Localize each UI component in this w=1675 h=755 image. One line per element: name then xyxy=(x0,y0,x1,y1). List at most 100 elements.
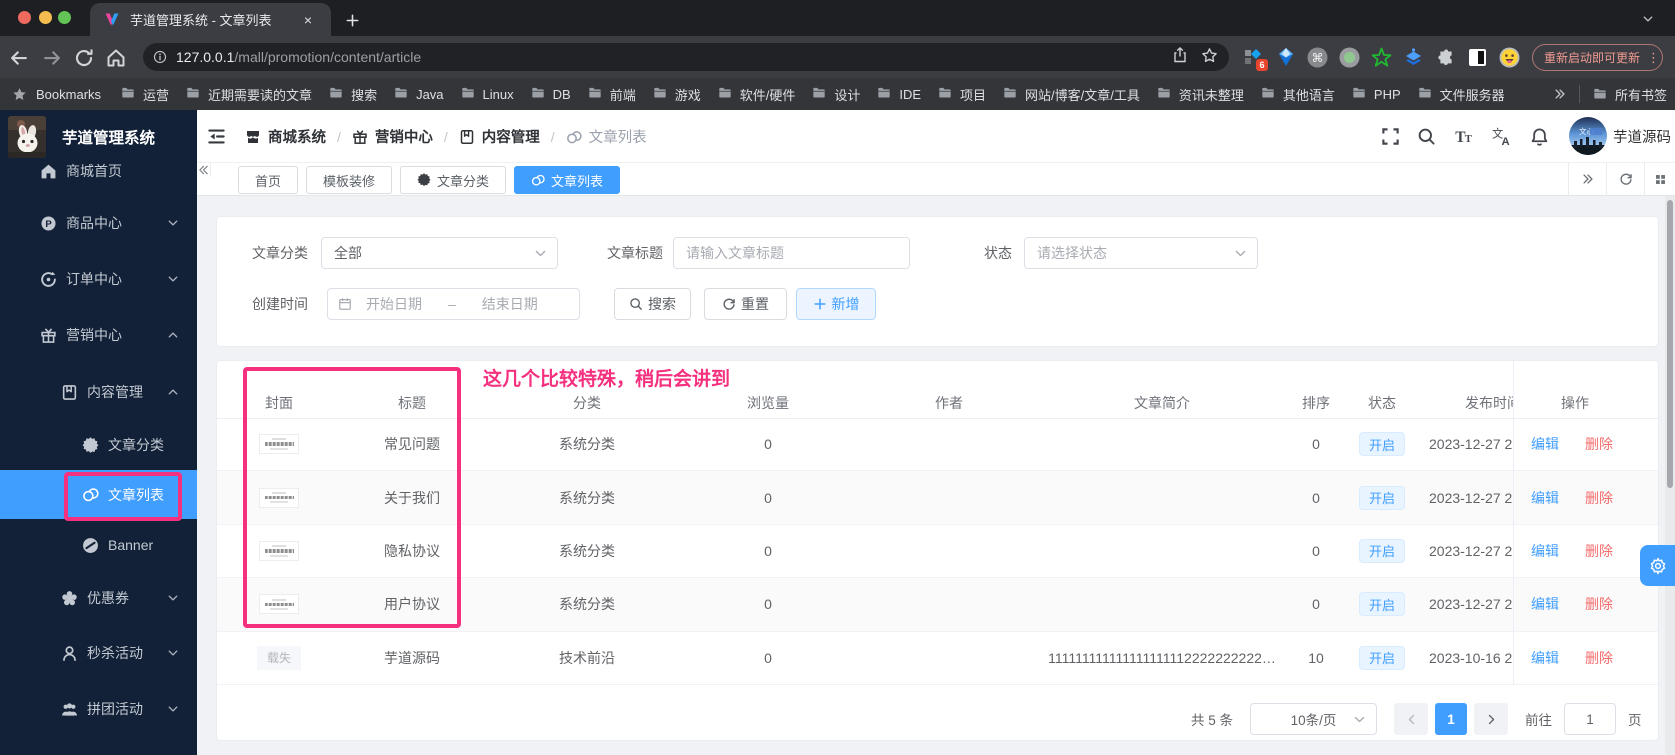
edit-link[interactable]: 编辑 xyxy=(1531,471,1559,523)
bookmark-folder[interactable]: Java xyxy=(393,86,444,102)
delete-link[interactable]: 删除 xyxy=(1585,471,1613,523)
bookmark-folder[interactable]: 网站/博客/文章/工具 xyxy=(1002,85,1140,104)
bookmark-folder[interactable]: 文件服务器 xyxy=(1417,85,1505,104)
current-page-button[interactable]: 1 xyxy=(1435,703,1467,735)
table-row[interactable]: 常见问题 系统分类 0 0 开启 2023-12-27 2 xyxy=(217,418,1513,472)
bookmark-folder[interactable]: 搜索 xyxy=(328,85,377,104)
delete-link[interactable]: 删除 xyxy=(1585,578,1613,630)
status-select[interactable]: 请选择状态 xyxy=(1024,237,1258,269)
bookmark-folder[interactable]: 项目 xyxy=(937,85,986,104)
reload-icon[interactable] xyxy=(74,48,94,68)
edit-link[interactable]: 编辑 xyxy=(1531,578,1559,630)
tag-文章列表[interactable]: 文章列表 xyxy=(514,166,621,194)
squares-extension-icon[interactable]: 6 xyxy=(1243,47,1268,71)
home-icon[interactable] xyxy=(106,48,126,68)
edit-link[interactable]: 编辑 xyxy=(1531,632,1559,684)
search-icon[interactable] xyxy=(1417,127,1436,146)
browser-update-button[interactable]: 重新启动即可更新 ⋮ xyxy=(1532,44,1663,71)
prev-page-button[interactable] xyxy=(1394,703,1428,735)
traffic-light-zoom[interactable] xyxy=(58,11,71,24)
bookmark-folder[interactable]: 其他语言 xyxy=(1260,85,1335,104)
green-star-extension-icon[interactable] xyxy=(1371,47,1392,68)
user-name[interactable]: 芋道源码 xyxy=(1613,110,1671,163)
share-icon[interactable] xyxy=(1172,47,1188,63)
sidebar-item-商品中心[interactable]: P 商品中心 xyxy=(0,197,197,249)
sidebar-item-优惠券[interactable]: 优惠券 xyxy=(0,572,197,624)
title-input[interactable]: 请输入文章标题 xyxy=(673,237,910,269)
page-scrollbar-thumb[interactable] xyxy=(1667,200,1673,488)
breadcrumb-item-内容管理[interactable]: 内容管理 xyxy=(459,126,540,147)
sidebar-item-内容管理[interactable]: 内容管理 xyxy=(0,366,197,418)
breadcrumb-item-商城系统[interactable]: 商城系统 xyxy=(245,126,326,147)
bookmark-folder[interactable]: 资讯未整理 xyxy=(1156,85,1244,104)
tag-模板装修[interactable]: 模板装修 xyxy=(306,166,393,194)
bookmark-star-icon[interactable] xyxy=(1201,47,1218,64)
user-avatar[interactable]: 文心 xyxy=(1569,117,1607,155)
command-extension-icon[interactable]: ⌘ xyxy=(1307,47,1328,68)
edit-link[interactable]: 编辑 xyxy=(1531,525,1559,577)
bookmark-folder[interactable]: 近期需要读的文章 xyxy=(185,85,312,104)
notification-bell-icon[interactable] xyxy=(1530,127,1549,146)
delete-link[interactable]: 删除 xyxy=(1585,632,1613,684)
date-range-picker[interactable]: 开始日期 – 结束日期 xyxy=(327,288,580,320)
breadcrumb-item-营销中心[interactable]: 营销中心 xyxy=(352,126,433,147)
delete-link[interactable]: 删除 xyxy=(1585,525,1613,577)
page-size-select[interactable]: 10条/页 xyxy=(1250,703,1377,735)
bookmarks-star-icon[interactable] xyxy=(12,87,27,102)
edit-link[interactable]: 编辑 xyxy=(1531,418,1559,470)
url-bar[interactable]: 127.0.0.1/mall/promotion/content/article xyxy=(143,43,1229,71)
traffic-light-close[interactable] xyxy=(18,11,31,24)
puzzle-icon[interactable] xyxy=(1435,47,1456,68)
sidebar-item-Banner[interactable]: Banner xyxy=(0,521,197,569)
next-page-button[interactable] xyxy=(1474,703,1508,735)
site-info-icon[interactable] xyxy=(153,50,167,64)
table-row[interactable]: 关于我们 系统分类 0 0 开启 2023-12-27 2 xyxy=(217,471,1513,525)
font-size-icon[interactable]: TT xyxy=(1454,127,1473,146)
bookmark-folder[interactable]: 前端 xyxy=(587,85,636,104)
traffic-light-minimize[interactable] xyxy=(39,11,52,24)
bookmark-folder[interactable]: 设计 xyxy=(811,85,860,104)
emoji-extension-icon[interactable] xyxy=(1499,47,1520,68)
bookmark-folder[interactable]: DB xyxy=(530,86,571,102)
fullscreen-icon[interactable] xyxy=(1381,127,1400,146)
bookmark-folder[interactable]: PHP xyxy=(1351,86,1401,102)
add-button[interactable]: 新增 xyxy=(796,288,876,320)
green-dot-extension-icon[interactable] xyxy=(1339,47,1360,68)
translate-icon[interactable]: 文A xyxy=(1492,127,1511,146)
breadcrumb-item-文章列表[interactable]: 文章列表 xyxy=(566,126,647,147)
tag-首页[interactable]: 首页 xyxy=(238,166,299,194)
browser-tab[interactable]: 芋道管理系统 - 文章列表 × xyxy=(90,3,331,36)
sidebar-item-商城首页[interactable]: 商城首页 xyxy=(0,145,197,197)
new-tab-button[interactable] xyxy=(340,8,364,32)
bookmark-folder[interactable]: IDE xyxy=(876,86,921,102)
bookmark-folder[interactable]: 软件/硬件 xyxy=(717,85,795,104)
tags-refresh-button[interactable] xyxy=(1606,163,1644,195)
delete-link[interactable]: 删除 xyxy=(1585,418,1613,470)
sidebar-item-文章分类[interactable]: 文章分类 xyxy=(0,420,197,470)
category-select[interactable]: 全部 xyxy=(321,237,558,269)
tags-scroll-right-button[interactable] xyxy=(1568,163,1606,195)
forward-icon[interactable] xyxy=(42,48,62,68)
sidebar-item-秒杀活动[interactable]: 秒杀活动 xyxy=(0,627,197,679)
tag-文章分类[interactable]: 文章分类 xyxy=(400,166,507,194)
sidebar-item-文章列表[interactable]: 文章列表 xyxy=(0,470,197,519)
bookmark-folder[interactable]: 游戏 xyxy=(652,85,701,104)
bookmarks-label[interactable]: Bookmarks xyxy=(36,87,101,102)
blue-layers-extension-icon[interactable] xyxy=(1403,47,1424,68)
bookmarks-overflow-chevrons[interactable] xyxy=(1553,87,1567,101)
table-row[interactable]: 隐私协议 系统分类 0 0 开启 2023-12-27 2 xyxy=(217,525,1513,579)
sidebar-collapse-icon[interactable] xyxy=(207,127,226,146)
blue-diamond-extension-icon[interactable] xyxy=(1275,47,1296,68)
table-row[interactable]: 用户协议 系统分类 0 0 开启 2023-12-27 2 xyxy=(217,578,1513,632)
table-row[interactable]: 载失 芋道源码 技术前沿 0 11111111111111111111222222222… xyxy=(217,632,1513,685)
sidepanel-icon[interactable] xyxy=(1467,47,1488,68)
goto-page-input[interactable]: 1 xyxy=(1564,703,1616,735)
back-icon[interactable] xyxy=(9,48,29,68)
browser-menu-dots-icon[interactable]: ⋮ xyxy=(1647,50,1660,66)
sidebar-item-拼团活动[interactable]: 拼团活动 xyxy=(0,683,197,735)
sidebar-item-订单中心[interactable]: 订单中心 xyxy=(0,253,197,305)
reset-button[interactable]: 重置 xyxy=(704,288,787,320)
search-button[interactable]: 搜索 xyxy=(614,288,691,320)
bookmark-folder[interactable]: Linux xyxy=(460,86,514,102)
sidebar-item-营销中心[interactable]: 营销中心 xyxy=(0,309,197,361)
